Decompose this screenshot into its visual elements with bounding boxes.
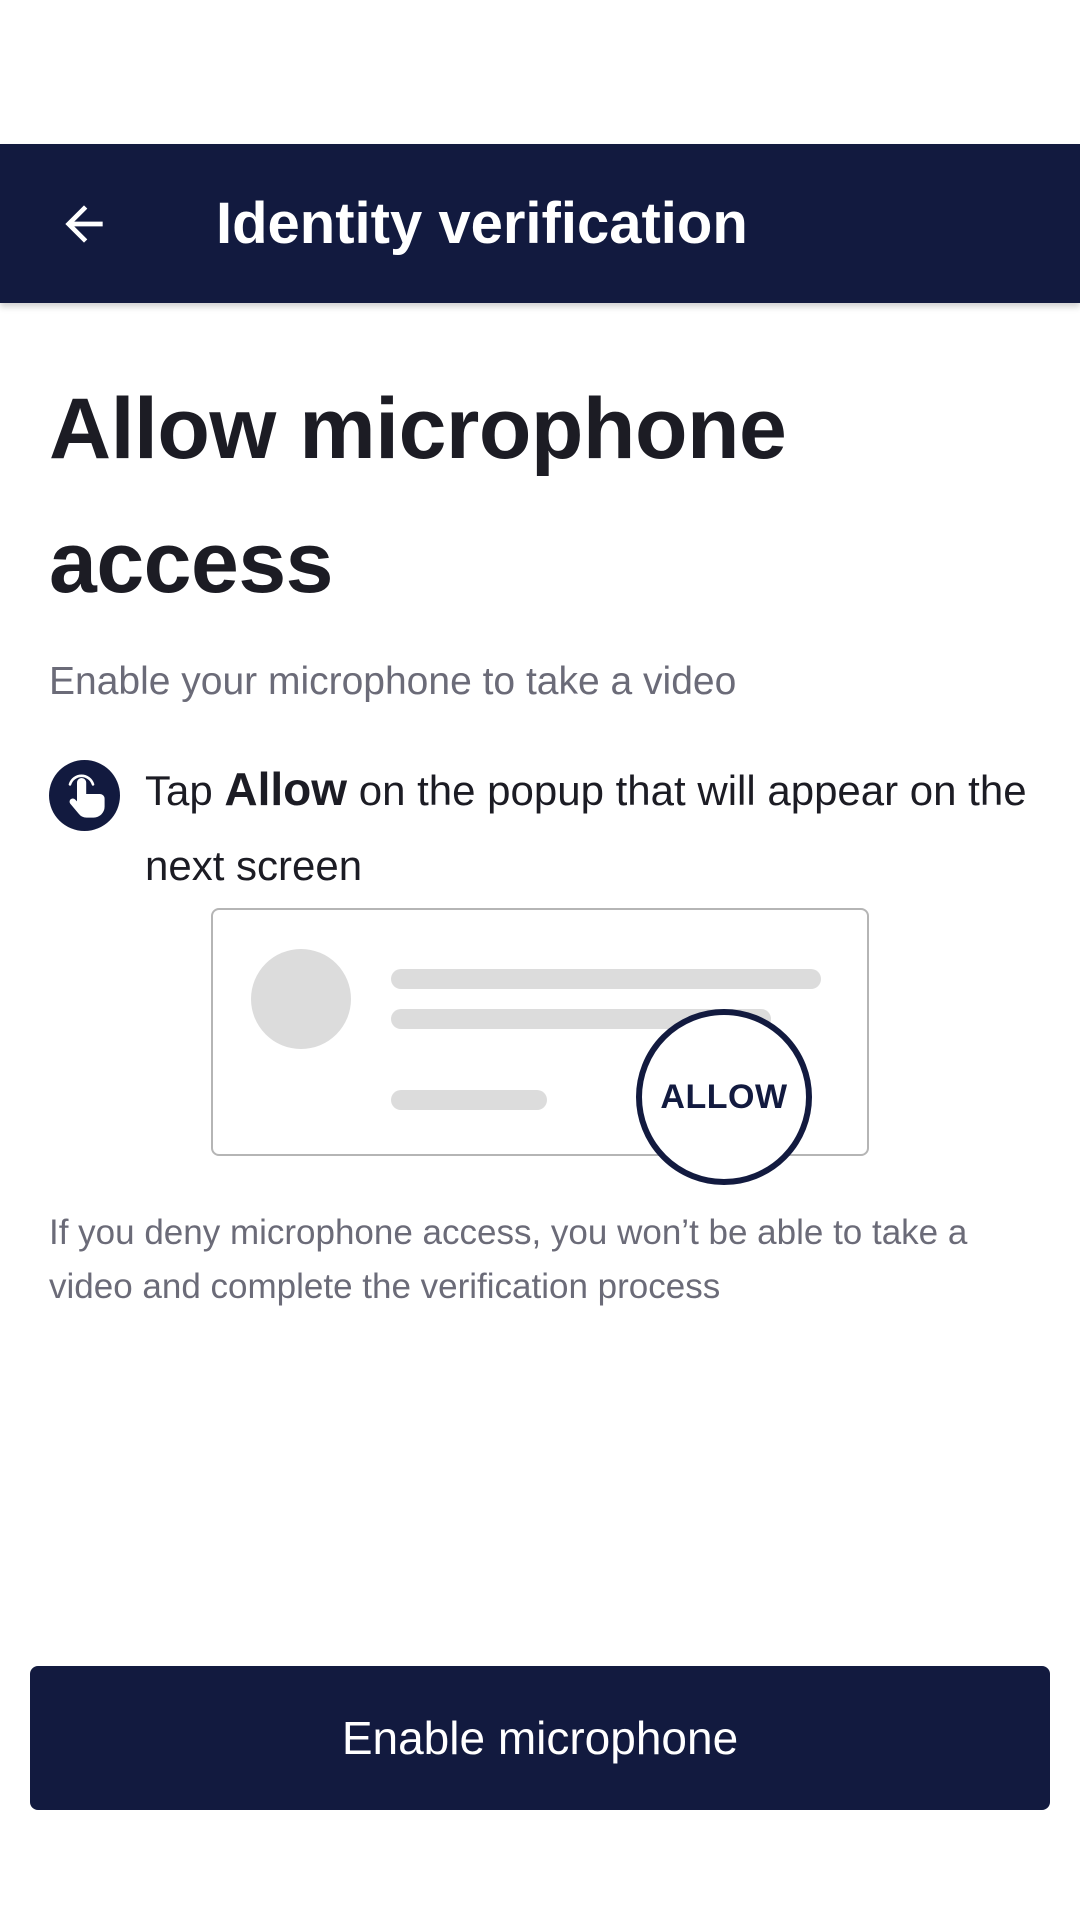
illustration-text-line: [391, 1090, 547, 1110]
arrow-left-icon: [65, 205, 103, 243]
enable-microphone-button[interactable]: Enable microphone: [30, 1666, 1050, 1810]
app-bar-title: Identity verification: [216, 191, 748, 256]
instruction-emphasis: Allow: [224, 763, 348, 815]
back-button[interactable]: [44, 184, 124, 264]
screen: Identity verification Allow microphone a…: [0, 0, 1080, 1920]
app-bar: Identity verification: [0, 144, 1080, 303]
popup-illustration: ALLOW: [211, 908, 869, 1185]
tap-hand-icon: [49, 760, 120, 831]
page-title: Allow microphone access: [49, 381, 787, 611]
main-content: Allow microphone access Enable your micr…: [49, 362, 1039, 903]
page-subtitle: Enable your microphone to take a video: [49, 660, 737, 703]
illustration-text-line: [391, 969, 821, 989]
illustration-avatar-placeholder: [251, 949, 351, 1049]
illustration-allow-highlight: ALLOW: [636, 1009, 812, 1185]
deny-warning: If you deny microphone access, you won’t…: [49, 1213, 968, 1306]
tap-instruction: Tap Allow on the popup that will appear …: [49, 752, 1039, 903]
illustration-allow-label: ALLOW: [660, 1077, 788, 1116]
instruction-prefix: Tap: [145, 767, 225, 814]
